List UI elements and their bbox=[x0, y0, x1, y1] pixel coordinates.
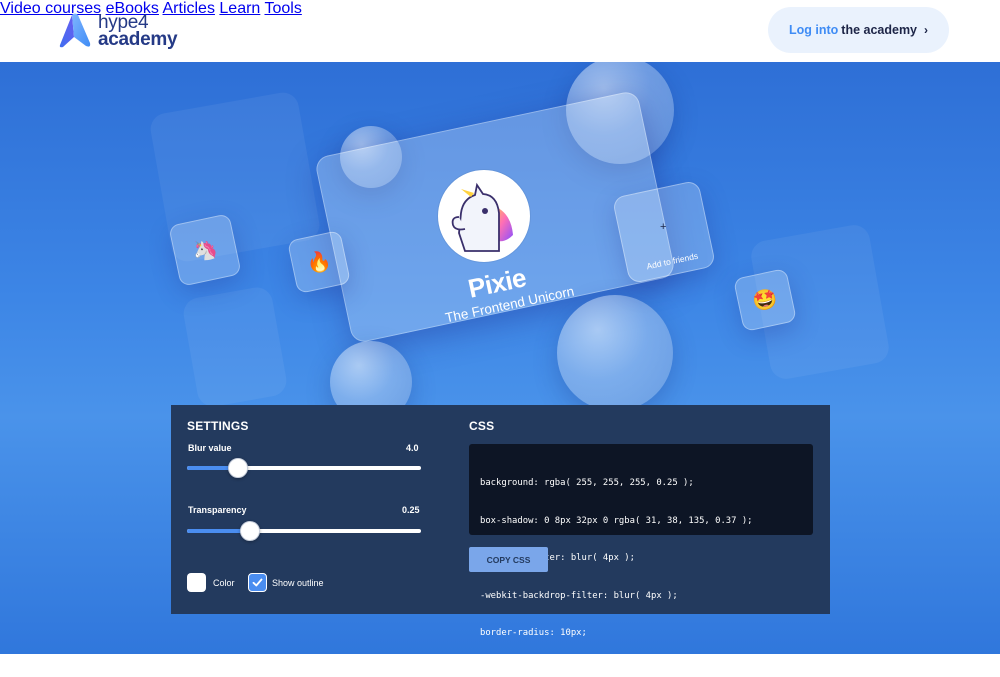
avatar bbox=[438, 170, 530, 262]
color-checkbox[interactable] bbox=[187, 573, 206, 592]
unicorn-tile[interactable]: 🦄 bbox=[168, 213, 242, 287]
css-line: border: 1px solid rgba( 255, 255, 255, 0… bbox=[480, 665, 726, 676]
css-line: border-radius: 10px; bbox=[480, 628, 587, 638]
color-label: Color bbox=[213, 578, 235, 588]
background-glass-panel bbox=[181, 285, 289, 409]
login-button[interactable]: Log into the academy › bbox=[768, 7, 949, 53]
copy-css-button[interactable]: COPY CSS bbox=[469, 547, 548, 572]
css-code-block[interactable]: background: rgba( 255, 255, 255, 0.25 );… bbox=[469, 444, 813, 676]
login-label-part1: Log into bbox=[788, 23, 839, 37]
blur-slider[interactable] bbox=[187, 466, 421, 470]
transparency-slider-thumb[interactable] bbox=[240, 521, 260, 541]
blur-value: 4.0 bbox=[406, 443, 419, 453]
glass-orb bbox=[557, 295, 673, 411]
fire-tile[interactable]: 🔥 bbox=[286, 229, 352, 295]
fire-icon: 🔥 bbox=[304, 249, 334, 276]
unicorn-avatar-icon bbox=[451, 182, 513, 252]
unicorn-icon: 🦄 bbox=[190, 237, 220, 264]
transparency-label: Transparency bbox=[188, 505, 247, 515]
plus-icon: + bbox=[660, 221, 667, 233]
checkmark-icon bbox=[252, 578, 263, 587]
settings-panel: SETTINGS Blur value 4.0 Transparency 0.2… bbox=[171, 405, 830, 676]
blur-slider-thumb[interactable] bbox=[228, 458, 248, 478]
css-line: -webkit-backdrop-filter: blur( 4px ); bbox=[480, 590, 678, 601]
logo[interactable]: hype4 academy bbox=[58, 12, 178, 50]
css-line: box-shadow: 0 8px 32px 0 rgba( 31, 38, 1… bbox=[480, 515, 753, 526]
nav-tools[interactable]: Tools bbox=[264, 0, 301, 17]
transparency-slider[interactable] bbox=[187, 529, 421, 533]
page: hype4 academy Video courses eBooks Artic… bbox=[0, 0, 1000, 677]
star-struck-icon: 🤩 bbox=[750, 287, 780, 314]
show-outline-label: Show outline bbox=[272, 578, 324, 588]
css-title: CSS bbox=[469, 419, 495, 433]
site-header: hype4 academy Video courses eBooks Artic… bbox=[0, 0, 1000, 62]
settings-title: SETTINGS bbox=[187, 419, 249, 433]
blur-label: Blur value bbox=[188, 443, 232, 453]
chevron-right-icon: › bbox=[924, 23, 929, 37]
show-outline-checkbox[interactable] bbox=[248, 573, 267, 592]
login-label-part2: the academy bbox=[841, 23, 918, 37]
css-line: background: rgba( 255, 255, 255, 0.25 ); bbox=[480, 478, 694, 488]
star-struck-tile[interactable]: 🤩 bbox=[732, 267, 798, 333]
logo-a-icon bbox=[59, 13, 91, 48]
transparency-value: 0.25 bbox=[402, 505, 420, 515]
logo-line2: academy bbox=[98, 29, 178, 50]
nav-learn[interactable]: Learn bbox=[219, 0, 260, 17]
